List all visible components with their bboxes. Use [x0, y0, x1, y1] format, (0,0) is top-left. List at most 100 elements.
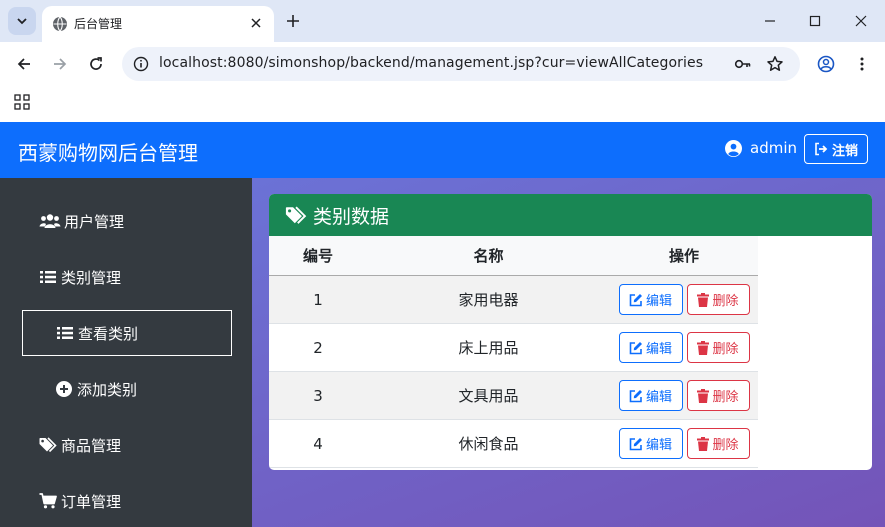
table-row: 3 文具用品 编辑 删除	[269, 372, 758, 420]
edit-icon	[629, 293, 642, 306]
category-table: 编号 名称 操作 1 家用电器 编辑 删除 2 床上用品 编辑 删除 3 文具用…	[269, 236, 758, 468]
sign-out-icon	[815, 142, 828, 156]
category-id: 1	[313, 290, 323, 309]
sidebar-item-label: 订单管理	[61, 492, 122, 511]
new-tab-icon[interactable]	[284, 12, 302, 30]
browser-tab[interactable]: 后台管理	[42, 6, 274, 42]
row-actions: 编辑 删除	[610, 372, 758, 419]
sidebar-item-label: 类别管理	[61, 268, 122, 287]
delete-label: 删除	[712, 294, 739, 309]
window-close-icon[interactable]	[851, 11, 871, 31]
edit-button[interactable]: 编辑	[618, 284, 683, 315]
browser-toolbar: localhost:8080/simonshop/backend/managem…	[0, 42, 885, 86]
category-name: 休闲食品	[458, 435, 519, 453]
tab-title: 后台管理	[74, 17, 123, 31]
logout-button[interactable]: 注销	[804, 134, 868, 164]
column-header-id: 编号	[302, 247, 333, 265]
category-name: 床上用品	[458, 339, 519, 357]
globe-icon	[53, 16, 67, 32]
tags-icon	[285, 206, 307, 224]
browser-tabstrip: 后台管理	[0, 0, 885, 42]
apps-grid-icon[interactable]	[14, 94, 30, 110]
row-actions: 编辑 删除	[610, 324, 758, 371]
edit-button[interactable]: 编辑	[618, 428, 683, 459]
password-key-icon[interactable]	[734, 55, 752, 73]
url-text[interactable]: localhost:8080/simonshop/backend/managem…	[159, 55, 703, 71]
category-name: 文具用品	[458, 387, 519, 405]
sidebar-item-order-management[interactable]: 订单管理	[22, 478, 232, 524]
tab-search-button[interactable]	[8, 7, 36, 35]
menu-kebab-icon[interactable]	[851, 53, 873, 75]
site-info-icon[interactable]	[132, 55, 150, 73]
row-actions: 编辑 删除	[610, 420, 758, 467]
category-id: 2	[313, 338, 323, 357]
sidebar-item-user-management[interactable]: 用户管理	[22, 198, 232, 244]
cart-icon	[38, 491, 58, 511]
back-icon[interactable]	[13, 53, 35, 75]
delete-label: 删除	[712, 438, 739, 453]
column-header-name: 名称	[473, 247, 504, 265]
category-name: 家用电器	[458, 291, 519, 309]
minimize-icon[interactable]	[760, 11, 780, 31]
category-data-card: 类别数据 编号 名称 操作 1 家用电器 编辑 删除 2 床上用品 编辑 删除 …	[269, 194, 872, 470]
sidebar-item-product-management[interactable]: 商品管理	[22, 422, 232, 468]
sidebar-item-label: 添加类别	[77, 380, 138, 399]
trash-icon	[697, 388, 710, 403]
sidebar: 用户管理 类别管理 查看类别 添加类别 商品管理 订单管理	[0, 178, 252, 527]
edit-icon	[629, 341, 642, 354]
chevron-down-icon	[17, 18, 27, 25]
delete-button[interactable]: 删除	[686, 428, 750, 459]
edit-label: 编辑	[645, 438, 672, 453]
trash-icon	[697, 292, 710, 307]
sidebar-item-view-categories[interactable]: 查看类别	[22, 310, 232, 356]
plus-circle-icon	[54, 379, 74, 399]
edit-label: 编辑	[645, 342, 672, 357]
delete-label: 删除	[712, 342, 739, 357]
card-header: 类别数据	[269, 194, 872, 236]
logout-label: 注销	[831, 143, 858, 159]
user-circle-icon	[725, 139, 742, 157]
delete-label: 删除	[712, 390, 739, 405]
card-title: 类别数据	[313, 205, 390, 228]
profile-icon[interactable]	[815, 53, 837, 75]
list-icon	[38, 267, 58, 287]
tab-close-icon[interactable]	[248, 15, 264, 31]
brand-title[interactable]: 西蒙购物网后台管理	[18, 137, 198, 166]
sidebar-item-category-management[interactable]: 类别管理	[22, 254, 232, 300]
delete-button[interactable]: 删除	[686, 284, 750, 315]
trash-icon	[697, 436, 710, 451]
address-bar[interactable]: localhost:8080/simonshop/backend/managem…	[122, 47, 800, 81]
tags-icon	[38, 435, 58, 455]
table-row: 2 床上用品 编辑 删除	[269, 324, 758, 372]
list-icon	[55, 323, 75, 343]
trash-icon	[697, 340, 710, 355]
table-row: 1 家用电器 编辑 删除	[269, 276, 758, 324]
row-actions: 编辑 删除	[610, 276, 758, 323]
table-row: 4 休闲食品 编辑 删除	[269, 420, 758, 468]
edit-button[interactable]: 编辑	[618, 332, 683, 363]
edit-label: 编辑	[645, 294, 672, 309]
edit-icon	[629, 389, 642, 402]
top-navbar: 西蒙购物网后台管理 admin 注销	[0, 122, 885, 178]
user-info: admin	[725, 139, 797, 157]
sidebar-item-label: 用户管理	[64, 212, 125, 231]
bookmarks-bar	[0, 86, 885, 122]
forward-icon[interactable]	[49, 53, 71, 75]
edit-icon	[629, 437, 642, 450]
delete-button[interactable]: 删除	[686, 332, 750, 363]
bookmark-star-icon[interactable]	[766, 55, 784, 73]
username: admin	[750, 139, 797, 157]
delete-button[interactable]: 删除	[686, 380, 750, 411]
category-id: 3	[313, 386, 323, 405]
maximize-icon[interactable]	[805, 11, 825, 31]
reload-icon[interactable]	[85, 53, 107, 75]
sidebar-item-add-category[interactable]: 添加类别	[22, 366, 232, 412]
category-id: 4	[313, 434, 323, 453]
sidebar-item-label: 查看类别	[78, 324, 139, 343]
sidebar-item-label: 商品管理	[61, 436, 122, 455]
edit-label: 编辑	[645, 390, 672, 405]
table-header-row: 编号 名称 操作	[269, 236, 758, 276]
column-header-actions: 操作	[668, 247, 699, 265]
edit-button[interactable]: 编辑	[618, 380, 683, 411]
users-icon	[38, 211, 61, 231]
